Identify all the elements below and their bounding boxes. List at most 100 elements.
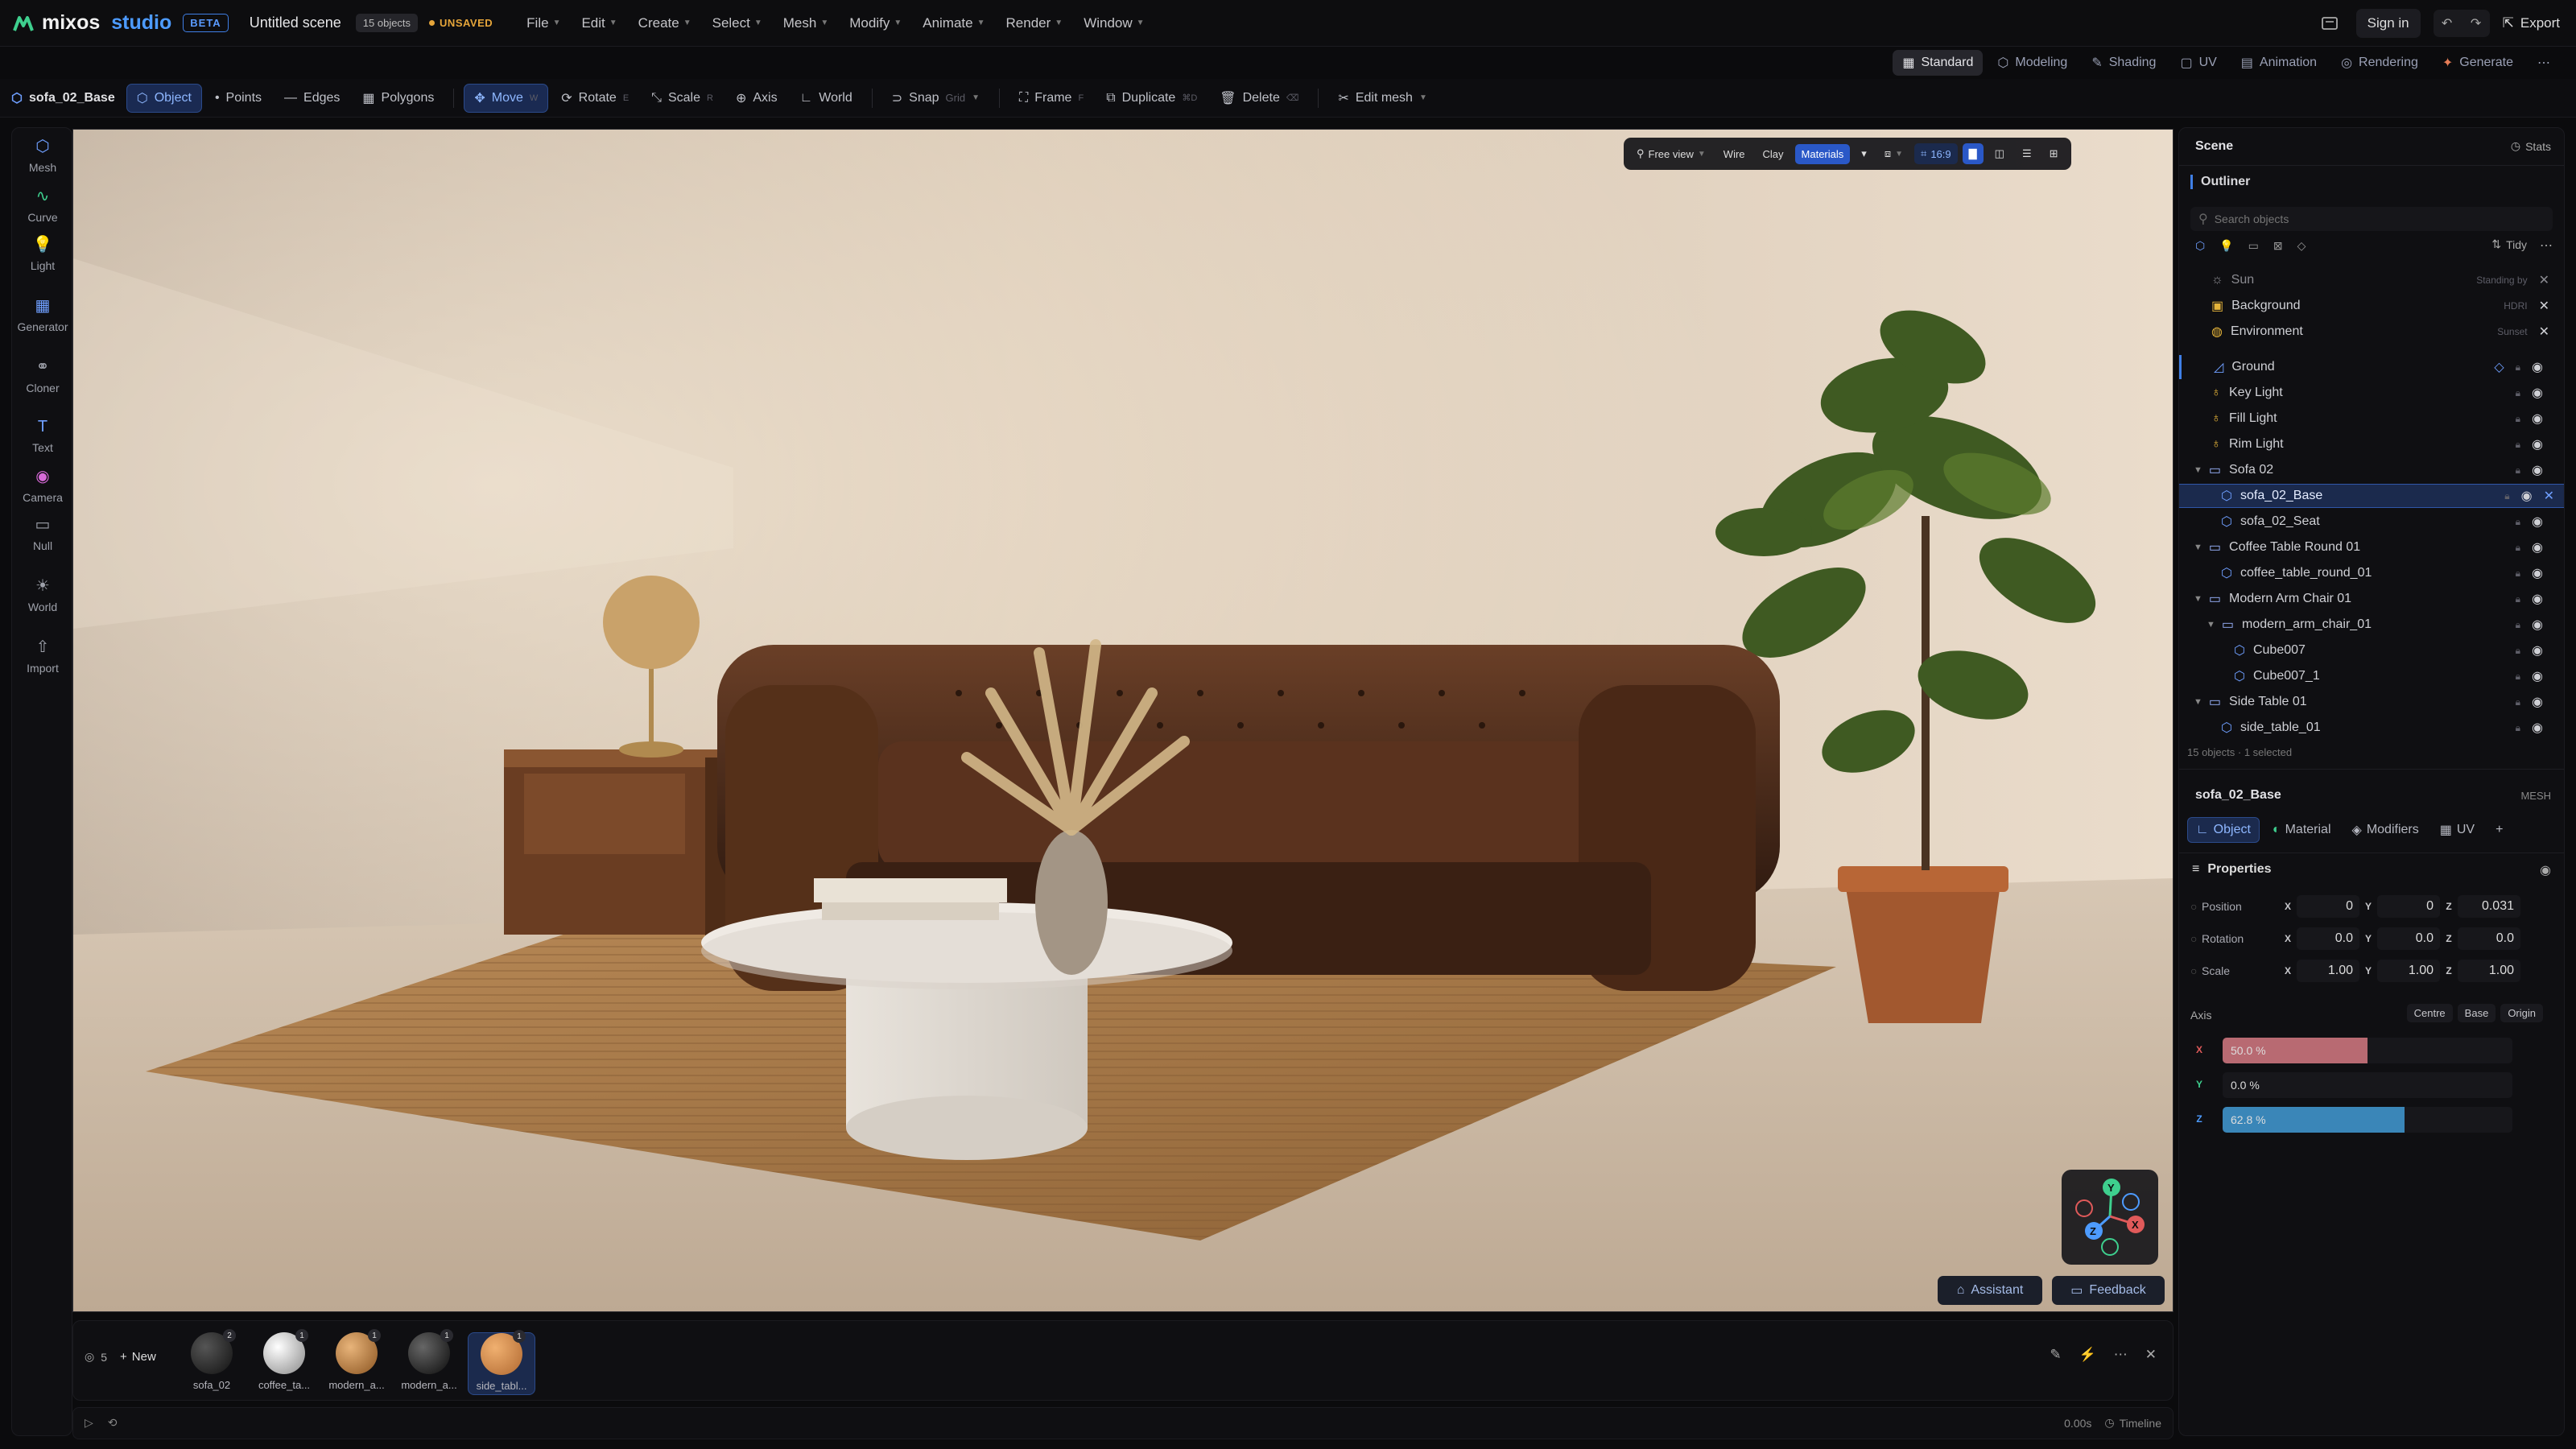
more-icon[interactable]: ⋯ <box>2540 237 2553 254</box>
overlays-button[interactable]: ⧈ ▼ <box>1878 143 1909 164</box>
outliner-row-group[interactable]: ▼ ▭ modern_arm_chair_01 🔒︎ ◉ <box>2179 613 2564 637</box>
lock-icon[interactable]: 🔒︎ <box>2516 387 2520 399</box>
app-logo[interactable]: mixos <box>13 11 100 35</box>
target-icon[interactable]: ◇ <box>2494 359 2504 375</box>
rotation-y-input[interactable]: 0.0 <box>2377 927 2440 950</box>
menu-create[interactable]: Create ▼ <box>638 15 691 31</box>
axis-z-slider[interactable]: 62.8 % <box>2223 1107 2512 1133</box>
lock-icon[interactable]: 🔒︎ <box>2516 645 2520 657</box>
close-icon[interactable]: ✕ <box>2145 1347 2157 1363</box>
menu-select[interactable]: Select ▼ <box>712 15 762 31</box>
scale-x-input[interactable]: 1.00 <box>2297 960 2359 982</box>
axis-origin-button[interactable]: Origin <box>2500 1004 2543 1022</box>
object-mode-button[interactable]: ⬡ Object <box>126 83 202 113</box>
properties-section-header[interactable]: ≡ Properties <box>2192 862 2271 877</box>
eye-icon[interactable]: ◉ <box>2532 514 2543 530</box>
layout-single-icon[interactable]: ▇ <box>1962 143 1984 164</box>
menu-animate[interactable]: Animate ▼ <box>923 15 985 31</box>
layout-stack-icon[interactable]: ☰ <box>2016 143 2038 164</box>
outliner-row-group[interactable]: ▼ ▭ Sofa 02 🔒︎ ◉ <box>2179 458 2564 482</box>
outliner-row[interactable]: ♁ Key Light 🔒︎ ◉ <box>2179 381 2564 405</box>
lock-icon[interactable]: 🔒︎ <box>2516 439 2520 451</box>
folder-filter-icon[interactable]: ▭ <box>2248 239 2259 253</box>
position-z-input[interactable]: 0.031 <box>2458 895 2520 918</box>
outliner-row[interactable]: ♁ Rim Light 🔒︎ ◉ <box>2179 432 2564 456</box>
create-text-button[interactable]: T Text <box>12 418 73 454</box>
edit-icon[interactable]: ✎ <box>2050 1347 2061 1363</box>
scale-y-input[interactable]: 1.00 <box>2377 960 2440 982</box>
chevron-down-icon[interactable]: ▼ <box>2194 543 2202 552</box>
asset-item[interactable]: 2 sofa_02 <box>178 1329 246 1395</box>
eye-icon[interactable]: ◉ <box>2532 668 2543 684</box>
eye-icon[interactable]: ◉ <box>2532 591 2543 607</box>
mode-modeling[interactable]: ⬡ Modeling <box>1988 50 2077 76</box>
lock-icon[interactable]: 🔒︎ <box>2516 361 2520 374</box>
import-button[interactable]: ⇧ Import <box>12 637 73 675</box>
layout-icon[interactable] <box>2316 10 2343 37</box>
close-icon[interactable]: ✕ <box>2539 272 2549 288</box>
rotation-x-input[interactable]: 0.0 <box>2297 927 2359 950</box>
aspect-ratio-button[interactable]: ⌗ 16:9 <box>1914 143 1958 164</box>
asset-item[interactable]: 1 coffee_ta... <box>250 1329 318 1395</box>
chevron-down-icon[interactable]: ▼ <box>2207 620 2215 630</box>
outliner-header[interactable]: Outliner <box>2190 175 2250 189</box>
outliner-row[interactable]: ◿ Ground ◇ 🔒︎ ◉ <box>2179 355 2564 379</box>
eye-icon[interactable]: ◉ <box>2532 720 2543 736</box>
navigation-gizmo[interactable]: Y X Z <box>2062 1170 2158 1265</box>
outliner-row-background[interactable]: ▣ Background HDRI ✕ <box>2179 294 2564 318</box>
axis-x-slider[interactable]: 50.0 % <box>2223 1038 2512 1063</box>
scale-z-input[interactable]: 1.00 <box>2458 960 2520 982</box>
create-cloner-button[interactable]: ⚭ Cloner <box>12 357 73 394</box>
edit-mesh-button[interactable]: ✂ Edit mesh ▼ <box>1328 85 1436 112</box>
scale-tool-button[interactable]: ⤡ Scale R <box>642 85 723 111</box>
tab-object[interactable]: ∟ Object <box>2187 817 2260 843</box>
tab-modifiers[interactable]: ◈ Modifiers <box>2344 817 2427 843</box>
stats-button[interactable]: ◷ Stats <box>2511 139 2551 153</box>
close-icon[interactable]: ✕ <box>2539 298 2549 314</box>
materials-shading-button[interactable]: Materials <box>1794 143 1851 164</box>
mode-shading[interactable]: ✎ Shading <box>2082 50 2165 76</box>
tidy-button[interactable]: ⇅ Tidy <box>2491 237 2527 251</box>
mode-rendering[interactable]: ◎ Rendering <box>2331 50 2428 76</box>
more-icon[interactable]: ⋯ <box>2528 50 2560 76</box>
edges-mode-button[interactable]: — Edges <box>275 85 349 111</box>
world-space-button[interactable]: ∟ World <box>791 85 862 111</box>
axis-centre-button[interactable]: Centre <box>2406 1004 2453 1022</box>
outliner-row[interactable]: ⬡ Cube007_1 🔒︎ ◉ <box>2179 664 2564 688</box>
create-mesh-button[interactable]: ⬡ Mesh <box>12 136 73 174</box>
menu-render[interactable]: Render ▼ <box>1006 15 1063 31</box>
lock-icon[interactable]: 🔒︎ <box>2516 542 2520 554</box>
mesh-filter-icon[interactable]: ⬡ <box>2195 239 2205 253</box>
redo-icon[interactable]: ↷ <box>2462 10 2490 37</box>
snap-button[interactable]: ⊃ Snap Grid ▼ <box>882 85 989 112</box>
wand-icon[interactable]: ⚡ <box>2079 1347 2096 1363</box>
eye-icon[interactable]: ◉ <box>2532 694 2543 710</box>
create-camera-button[interactable]: ◉ Camera <box>12 466 73 504</box>
new-asset-button[interactable]: + New <box>120 1350 156 1364</box>
layout-split-icon[interactable]: ◫ <box>1988 143 2011 164</box>
eye-icon[interactable]: ◉ <box>2521 488 2533 504</box>
outliner-row-group[interactable]: ▼ ▭ Coffee Table Round 01 🔒︎ ◉ <box>2179 535 2564 559</box>
create-light-button[interactable]: 💡 Light <box>12 234 73 272</box>
outliner-row[interactable]: ♁ Fill Light 🔒︎ ◉ <box>2179 407 2564 431</box>
move-tool-button[interactable]: ✥ Move W <box>464 83 549 113</box>
axis-base-button[interactable]: Base <box>2457 1004 2496 1022</box>
menu-window[interactable]: Window ▼ <box>1084 15 1144 31</box>
outliner-row-environment[interactable]: ◍ Environment Sunset ✕ <box>2179 320 2564 344</box>
outliner-row[interactable]: ⬡ coffee_table_round_01 🔒︎ ◉ <box>2179 561 2564 585</box>
create-generator-button[interactable]: ▦ Generator <box>12 295 73 333</box>
menu-mesh[interactable]: Mesh ▼ <box>783 15 828 31</box>
lock-icon[interactable]: 🔒︎ <box>2516 671 2520 683</box>
lock-icon[interactable]: 🔒︎ <box>2516 568 2520 580</box>
outliner-row-selected[interactable]: ⬡ sofa_02_Base 🔒︎ ◉ ✕ <box>2179 484 2564 508</box>
lock-icon[interactable]: 🔒︎ <box>2516 464 2520 477</box>
close-icon[interactable]: ✕ <box>2544 488 2554 504</box>
eye-icon[interactable]: ◉ <box>2532 565 2543 581</box>
target-filter-icon[interactable]: ◇ <box>2297 239 2306 253</box>
eye-icon[interactable]: ◉ <box>2532 539 2543 555</box>
add-tab-icon[interactable]: + <box>2487 818 2511 842</box>
outliner-row[interactable]: ⬡ side_table_01 🔒︎ ◉ <box>2179 716 2564 740</box>
outliner-row[interactable]: ⬡ Cube007 🔒︎ ◉ <box>2179 638 2564 663</box>
null-filter-icon[interactable]: ⊠ <box>2273 239 2283 253</box>
lock-icon[interactable]: 🔒︎ <box>2516 619 2520 631</box>
